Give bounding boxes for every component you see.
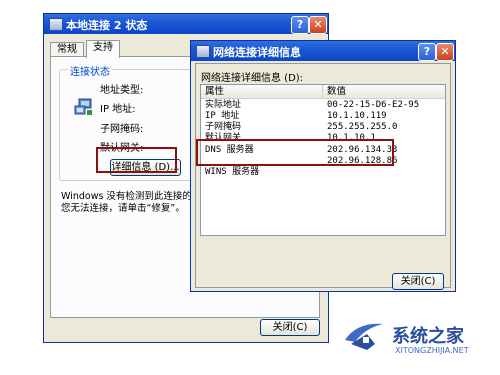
window1-title: 本地连接 2 状态 [66, 19, 148, 32]
watermark-text: 系统之家 [392, 326, 464, 347]
ip-address-label: IP 地址: [100, 104, 136, 115]
status-message-line2: 您无法连接，请单击“修复”。 [61, 203, 185, 214]
help-icon[interactable]: ? [291, 16, 309, 34]
network-computer-icon [74, 98, 92, 115]
window2-title: 网络连接详细信息 [213, 46, 301, 59]
window2-titlebar[interactable]: 网络连接详细信息 ? ✕ [191, 41, 455, 61]
row-value: 10.1.10.119 [327, 111, 387, 121]
row-value: 00-22-15-D6-E2-95 [327, 100, 420, 110]
window1-close-button[interactable]: 关闭(C) [260, 319, 320, 336]
window2-close-button[interactable]: 关闭(C) [392, 273, 444, 290]
close-icon[interactable]: ✕ [436, 43, 454, 61]
listview-header: 属性 数值 [201, 85, 445, 99]
dns-rows-highlight [196, 139, 394, 166]
network-details-icon [196, 45, 210, 58]
details-button-highlight [96, 147, 177, 173]
site-logo-icon [345, 323, 383, 350]
column-header-property[interactable]: 属性 [201, 85, 323, 98]
subnet-mask-label: 子网掩码: [100, 124, 144, 135]
column-header-value[interactable]: 数值 [323, 85, 445, 98]
row-property: 实际地址 [205, 100, 242, 110]
close-icon[interactable]: ✕ [309, 16, 327, 34]
table-row[interactable]: IP 地址 10.1.10.119 [201, 111, 445, 122]
tab-support[interactable]: 支持 [86, 40, 120, 58]
group-title: 连接状态 [68, 63, 112, 78]
address-type-label: 地址类型: [100, 85, 144, 96]
details-panel: 网络连接详细信息 (D): 属性 数值 实际地址 00-22-15-D6-E2-… [195, 63, 451, 290]
help-icon[interactable]: ? [418, 43, 436, 61]
row-property: 子网掩码 [205, 122, 242, 132]
network-details-window: 网络连接详细信息 ? ✕ 网络连接详细信息 (D): 属性 数值 实际地址 00… [190, 40, 456, 292]
table-row[interactable]: 子网掩码 255.255.255.0 [201, 122, 445, 133]
row-value: 255.255.255.0 [327, 122, 398, 132]
watermark-url: XITONGZHIJIA.NET [395, 346, 469, 355]
table-row[interactable]: WINS 服务器 [201, 167, 445, 178]
tab-general[interactable]: 常规 [50, 42, 84, 57]
details-caption: 网络连接详细信息 (D): [201, 73, 304, 84]
row-property: IP 地址 [205, 111, 240, 121]
table-row[interactable]: 实际地址 00-22-15-D6-E2-95 [201, 100, 445, 111]
network-connection-icon [49, 18, 63, 31]
window1-titlebar[interactable]: 本地连接 2 状态 ? ✕ [44, 14, 328, 34]
row-property: WINS 服务器 [205, 167, 260, 177]
